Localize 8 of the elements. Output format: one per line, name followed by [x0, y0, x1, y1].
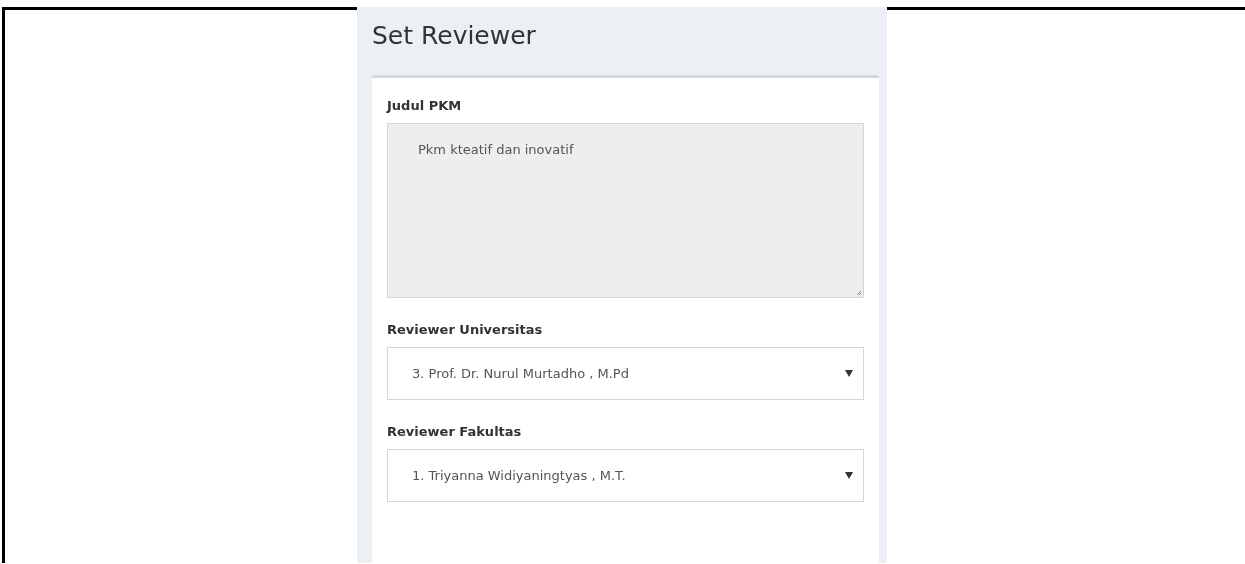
- field-label: Reviewer Universitas: [387, 322, 544, 337]
- dropdown-field[interactable]: 1. Triyanna Widiyaningtyas , M.T.: [387, 449, 864, 502]
- dropdown-field[interactable]: 3. Prof. Dr. Nurul Murtadho , M.Pd: [387, 347, 864, 400]
- field-label: Judul PKM: [387, 98, 463, 113]
- field-label: Reviewer Fakultas: [387, 424, 523, 439]
- caret-icon: [845, 472, 853, 479]
- page-title: Set Reviewer: [372, 20, 537, 52]
- caret-icon: [845, 370, 853, 377]
